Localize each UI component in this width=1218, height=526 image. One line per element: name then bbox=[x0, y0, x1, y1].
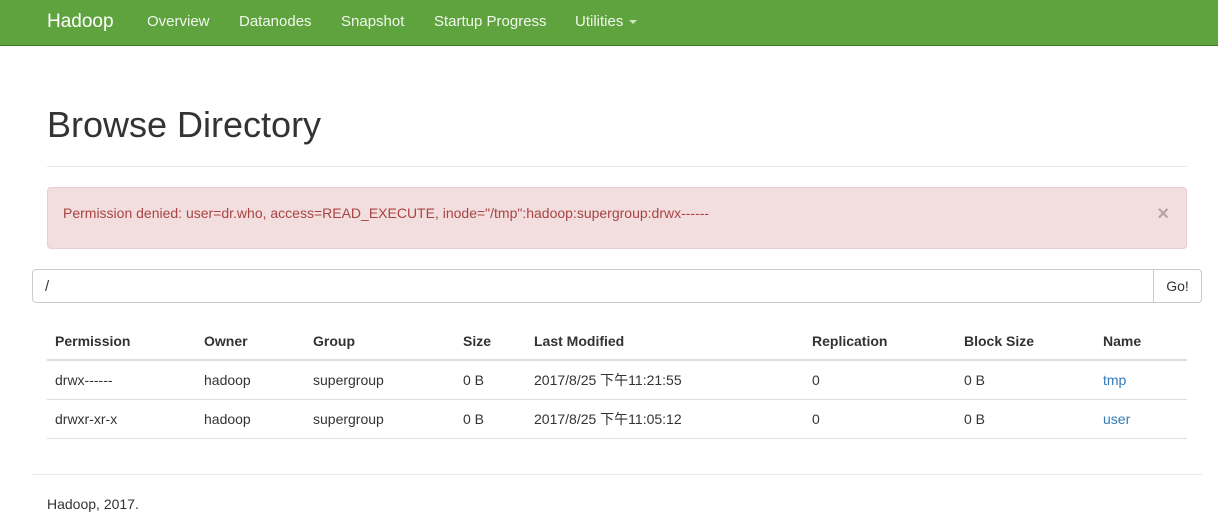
close-icon[interactable]: × bbox=[1157, 204, 1169, 224]
cell-group: supergroup bbox=[305, 360, 455, 400]
column-header-name[interactable]: Name bbox=[1095, 322, 1187, 361]
cell-permission: drwx------ bbox=[47, 360, 196, 400]
cell-owner: hadoop bbox=[196, 360, 305, 400]
cell-replication: 0 bbox=[804, 360, 956, 400]
cell-block-size: 0 B bbox=[956, 360, 1095, 400]
table-header-row: Permission Owner Group Size Last Modifie… bbox=[47, 322, 1187, 361]
page-title: Browse Directory bbox=[47, 104, 322, 145]
cell-replication: 0 bbox=[804, 399, 956, 439]
cell-permission: drwxr-xr-x bbox=[47, 399, 196, 439]
path-input[interactable] bbox=[32, 269, 1154, 303]
column-header-replication[interactable]: Replication bbox=[804, 322, 956, 361]
error-alert: Permission denied: user=dr.who, access=R… bbox=[47, 187, 1187, 249]
column-header-last-modified[interactable]: Last Modified bbox=[526, 322, 804, 361]
brand-link[interactable]: Hadoop bbox=[47, 11, 114, 33]
cell-name: user bbox=[1095, 399, 1187, 439]
cell-block-size: 0 B bbox=[956, 399, 1095, 439]
nav-item-datanodes[interactable]: Datanodes bbox=[239, 13, 312, 30]
cell-size: 0 B bbox=[455, 399, 526, 439]
column-header-group[interactable]: Group bbox=[305, 322, 455, 361]
nav-item-snapshot[interactable]: Snapshot bbox=[341, 13, 404, 30]
cell-size: 0 B bbox=[455, 360, 526, 400]
nav-item-utilities[interactable]: Utilities bbox=[575, 13, 638, 30]
nav-item-overview[interactable]: Overview bbox=[147, 13, 210, 30]
footer-divider bbox=[32, 474, 1202, 475]
cell-name: tmp bbox=[1095, 360, 1187, 400]
column-header-permission[interactable]: Permission bbox=[47, 322, 196, 361]
cell-group: supergroup bbox=[305, 399, 455, 439]
nav-item-utilities-label: Utilities bbox=[575, 13, 624, 30]
file-link-user[interactable]: user bbox=[1103, 411, 1130, 427]
go-button[interactable]: Go! bbox=[1153, 269, 1202, 303]
table-row: drwxr-xr-x hadoop supergroup 0 B 2017/8/… bbox=[47, 399, 1187, 439]
directory-table: Permission Owner Group Size Last Modifie… bbox=[47, 322, 1187, 439]
navbar: Hadoop Overview Datanodes Snapshot Start… bbox=[0, 0, 1218, 46]
cell-last-modified: 2017/8/25 下午11:05:12 bbox=[526, 399, 804, 439]
column-header-block-size[interactable]: Block Size bbox=[956, 322, 1095, 361]
footer-text: Hadoop, 2017. bbox=[47, 496, 139, 512]
file-link-tmp[interactable]: tmp bbox=[1103, 372, 1126, 388]
cell-owner: hadoop bbox=[196, 399, 305, 439]
table-row: drwx------ hadoop supergroup 0 B 2017/8/… bbox=[47, 360, 1187, 400]
title-divider bbox=[47, 166, 1187, 167]
alert-message: Permission denied: user=dr.who, access=R… bbox=[63, 205, 710, 221]
cell-last-modified: 2017/8/25 下午11:21:55 bbox=[526, 360, 804, 400]
column-header-owner[interactable]: Owner bbox=[196, 322, 305, 361]
caret-down-icon bbox=[629, 20, 638, 25]
nav-item-startup-progress[interactable]: Startup Progress bbox=[434, 13, 547, 30]
column-header-size[interactable]: Size bbox=[455, 322, 526, 361]
